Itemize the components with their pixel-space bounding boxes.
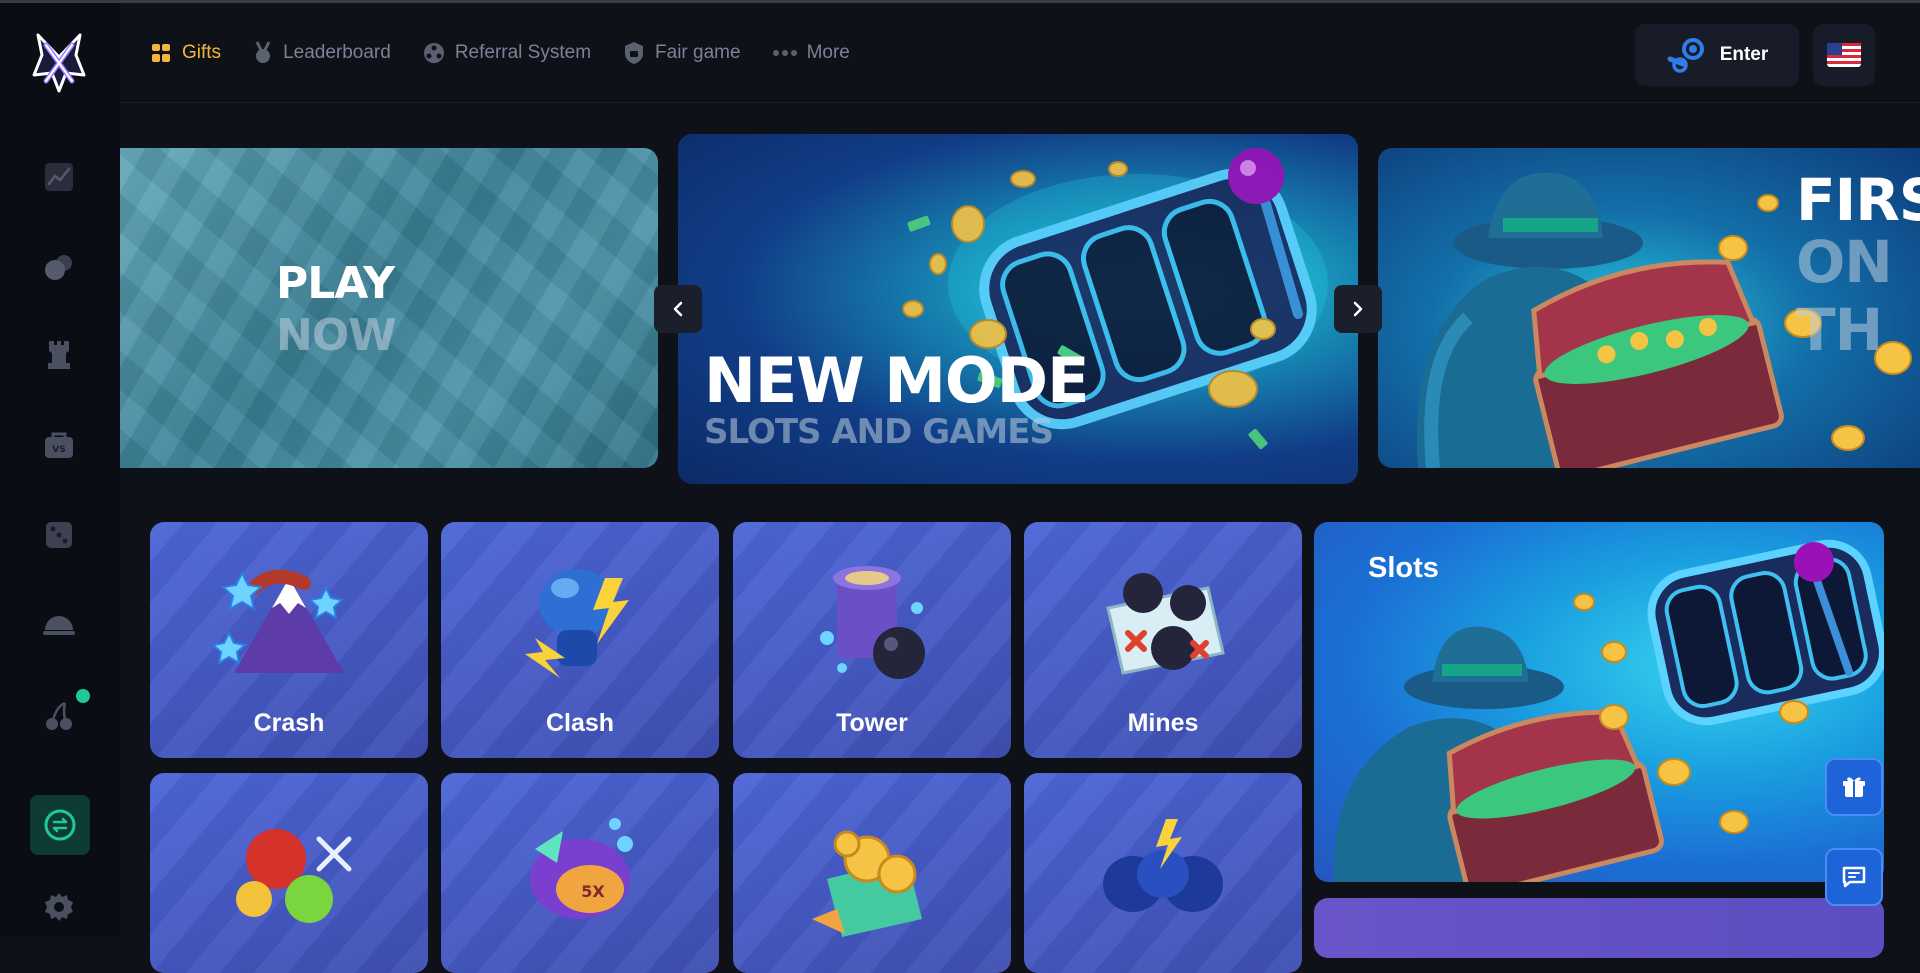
dice-icon[interactable] xyxy=(40,516,78,554)
cherry-icon[interactable] xyxy=(40,697,78,735)
slide-subtitle: NOW xyxy=(276,310,397,361)
nav-fair-game[interactable]: Fair game xyxy=(623,41,741,65)
medal-icon xyxy=(255,41,271,63)
game-tile-boxing[interactable] xyxy=(1024,773,1302,973)
slots-title: Slots xyxy=(1368,552,1439,584)
shield-icon xyxy=(625,42,644,64)
top-header: Gifts Leaderboard Referral System Fair g… xyxy=(120,3,1920,103)
clash-boxing-icon xyxy=(525,569,629,678)
notification-dot xyxy=(76,689,90,703)
game-tile-label: Crash xyxy=(253,709,325,737)
nav-more[interactable]: More xyxy=(772,41,850,65)
svg-text:5X: 5X xyxy=(581,882,605,901)
tower-castle-icon xyxy=(820,566,925,679)
game-tile-label: Clash xyxy=(545,709,615,737)
language-button[interactable] xyxy=(1813,24,1875,86)
exchange-icon[interactable] xyxy=(30,795,90,855)
enter-button[interactable]: Enter xyxy=(1635,24,1799,86)
game-tile-next-feature[interactable] xyxy=(1314,898,1884,958)
settings-gear-icon[interactable] xyxy=(40,888,78,926)
slide-subtitle: ON TH xyxy=(1796,228,1893,364)
gift-icon xyxy=(152,44,170,62)
sidebar: VS xyxy=(0,3,120,936)
clash-balls-icon[interactable] xyxy=(40,248,78,286)
slide-title: FIRST xyxy=(1796,166,1920,234)
carousel-slide-new-mode[interactable]: NEW MODE SLOTS AND GAMES xyxy=(678,134,1358,484)
steam-icon xyxy=(1667,38,1704,73)
slide-title: PLAY xyxy=(276,258,395,309)
nav-gifts[interactable]: Gifts xyxy=(150,41,221,65)
game-tile-slots[interactable]: Slots xyxy=(1314,522,1884,882)
floating-chat-button[interactable] xyxy=(1825,848,1883,906)
bowl-icon[interactable] xyxy=(40,605,78,643)
coins-chest-icon xyxy=(812,830,922,937)
fruits-icon xyxy=(236,829,352,923)
game-tile-fruits[interactable] xyxy=(150,773,428,973)
carousel-slide-first[interactable]: FIRST ON TH xyxy=(1378,148,1920,468)
slide-title: NEW MODE xyxy=(704,344,1089,417)
mines-bomb-icon xyxy=(1106,573,1225,675)
nav-more-label: More xyxy=(806,42,850,63)
game-tile-label: Mines xyxy=(1127,709,1199,737)
crash-chart-icon[interactable] xyxy=(40,158,78,196)
game-tile-coins[interactable] xyxy=(733,773,1011,973)
main-nav: Gifts Leaderboard Referral System Fair g… xyxy=(150,41,882,65)
gift-icon xyxy=(1843,777,1865,797)
nav-leaderboard[interactable]: Leaderboard xyxy=(253,41,391,65)
chevron-left-icon xyxy=(673,301,683,317)
nav-referral-label: Referral System xyxy=(454,42,592,63)
nav-gifts-label: Gifts xyxy=(182,42,222,63)
game-tile-mines[interactable]: Mines xyxy=(1024,522,1302,758)
floating-gift-button[interactable] xyxy=(1825,758,1883,816)
carousel-prev-button[interactable] xyxy=(654,285,702,333)
nav-referral-system[interactable]: Referral System xyxy=(423,41,591,65)
chat-icon xyxy=(1842,866,1866,888)
game-tile-clash[interactable]: Clash xyxy=(441,522,719,758)
us-flag-icon xyxy=(1827,43,1861,67)
game-tile-wheel[interactable]: 5X xyxy=(441,773,719,973)
game-tile-crash[interactable]: Crash xyxy=(150,522,428,758)
dots-icon xyxy=(772,50,797,56)
wheel-multiplier-icon: 5X xyxy=(530,818,633,919)
nav-fair-game-label: Fair game xyxy=(655,42,741,63)
versus-bag-icon[interactable]: VS xyxy=(40,426,78,464)
crash-mountain-icon xyxy=(214,569,345,673)
game-tile-label: Tower xyxy=(836,709,908,737)
slide-subtitle: SLOTS AND GAMES xyxy=(704,412,1054,452)
chevron-right-icon xyxy=(1353,301,1363,317)
site-logo[interactable] xyxy=(30,31,88,95)
carousel-slide-play-now[interactable]: PLAY NOW xyxy=(120,148,658,468)
svg-text:VS: VS xyxy=(52,445,65,455)
game-tile-tower[interactable]: Tower xyxy=(733,522,1011,758)
referral-icon xyxy=(423,43,444,63)
tower-rook-icon[interactable] xyxy=(40,336,78,374)
carousel-next-button[interactable] xyxy=(1334,285,1382,333)
boxing-gloves-icon xyxy=(1103,819,1223,912)
enter-button-label: Enter xyxy=(1719,44,1769,65)
nav-leaderboard-label: Leaderboard xyxy=(283,42,391,63)
